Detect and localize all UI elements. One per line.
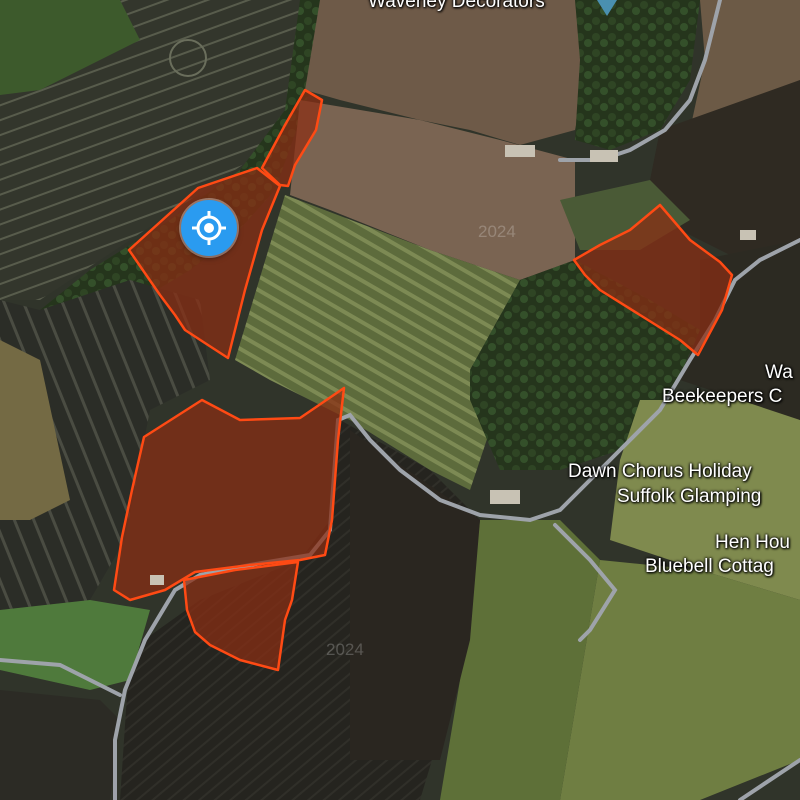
my-location-button[interactable] xyxy=(181,200,237,256)
satellite-map[interactable]: Waveney Decorators 2024 2024 Wa Beekeepe… xyxy=(0,0,800,800)
place-label-suffolk-glamping[interactable]: Suffolk Glamping xyxy=(617,487,761,507)
place-label-beekeepers[interactable]: Beekeepers C xyxy=(662,387,782,407)
crosshair-icon xyxy=(192,211,226,245)
imagery-year-watermark: 2024 xyxy=(326,640,364,659)
imagery-year-watermark: 2024 xyxy=(478,222,516,241)
place-label-hen-house[interactable]: Hen Hou xyxy=(715,533,790,553)
place-label-dawn-chorus[interactable]: Dawn Chorus Holiday xyxy=(568,462,752,482)
place-label-waveney-decorators[interactable]: Waveney Decorators xyxy=(368,0,545,12)
map-pin-icon[interactable] xyxy=(593,0,621,16)
place-label-beekeepers-line1[interactable]: Wa xyxy=(765,363,793,383)
place-label-bluebell-cottage[interactable]: Bluebell Cottag xyxy=(645,557,774,577)
field xyxy=(0,690,120,800)
field xyxy=(560,560,800,800)
